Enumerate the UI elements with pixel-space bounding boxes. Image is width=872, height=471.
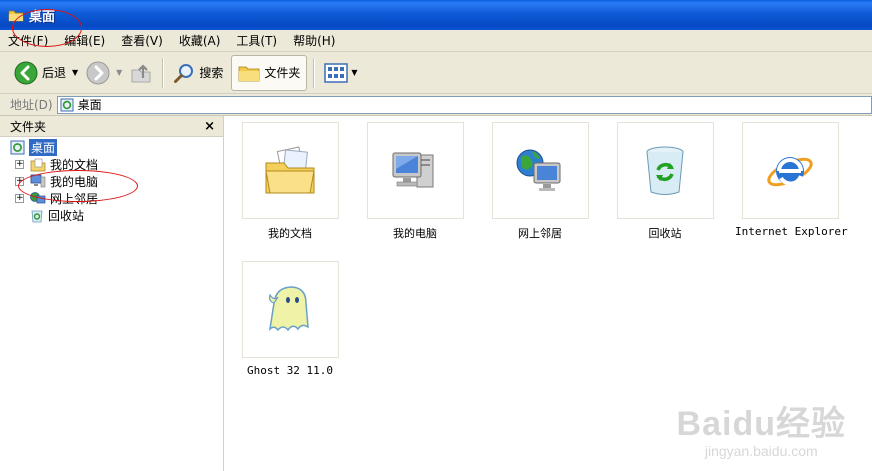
item-frame [241,122,339,219]
address-label: 地址(D) [10,98,53,112]
desktop-icon [10,140,25,155]
content-area: 我的文档 我的电脑 网上邻居 回收站 Internet Explorer Gho… [225,116,872,471]
my-computer-icon [392,152,434,187]
toolbar: 后退 ▼ ▼ 搜索 文件夹 ▼ [0,52,872,94]
up-folder-button[interactable] [126,56,156,90]
annotation-circle [18,170,138,202]
menu-favorites[interactable]: 收藏(A) [179,32,221,49]
up-folder-icon [131,63,151,82]
item-label: Ghost 32 11.0 [246,364,334,377]
desktop-item-my-documents[interactable]: 我的文档 [235,122,345,241]
tree-item-desktop[interactable]: 桌面 [10,139,98,156]
item-frame [241,261,339,358]
network-places-icon [516,149,561,191]
item-label: 网上邻居 [518,227,562,240]
back-label: 后退 [42,66,67,80]
views-dropdown-icon[interactable]: ▼ [351,68,357,77]
search-label: 搜索 [199,66,224,80]
forward-button[interactable]: ▼ [82,56,126,90]
item-frame [491,122,589,219]
tree-item-label: 桌面 [29,139,58,156]
my-documents-icon [265,145,315,193]
desktop-item-internet-explorer[interactable]: Internet Explorer [735,122,848,238]
tree-item-recycle-bin[interactable]: 回收站 [15,207,98,224]
back-arrow-icon [14,61,38,84]
address-bar: 地址(D) 桌面 [0,94,872,116]
search-button[interactable]: 搜索 [169,56,227,90]
desktop-item-network-places[interactable]: 网上邻居 [485,122,595,241]
forward-arrow-icon [86,61,110,84]
item-label: Internet Explorer [735,225,848,238]
folders-label: 文件夹 [264,66,301,80]
internet-explorer-icon [767,156,813,186]
folders-panel-header: 文件夹 × [0,116,223,137]
toolbar-separator [162,57,164,88]
watermark-logo: Baidu经验 [676,405,846,443]
views-button[interactable]: ▼ [320,56,361,90]
menu-tools[interactable]: 工具(T) [236,32,277,49]
desktop-icon [60,98,74,111]
recycle-bin-icon [646,146,684,195]
item-frame [616,122,714,219]
toolbar-separator [313,57,315,88]
folders-icon [238,66,260,81]
desktop-item-ghost[interactable]: Ghost 32 11.0 [235,261,345,377]
item-label: 我的电脑 [393,227,437,240]
desktop-item-recycle-bin[interactable]: 回收站 [610,122,720,241]
folders-panel: 文件夹 × 桌面 + 我的文档 + 我的电脑 + 网上邻居 回收站 [0,116,224,471]
watermark: Baidu经验 jingyan.baidu.com [677,396,846,459]
item-frame [741,122,839,219]
folders-button[interactable]: 文件夹 [231,54,308,91]
my-documents-icon [30,158,46,171]
address-value: 桌面 [77,98,102,112]
menu-bar: 文件(F) 编辑(E) 查看(V) 收藏(A) 工具(T) 帮助(H) [0,30,872,52]
item-label: 回收站 [648,227,682,240]
folders-panel-title: 文件夹 [10,119,47,134]
back-button[interactable]: 后退 ▼ [10,56,82,90]
ghost-icon [268,285,309,331]
title-bar[interactable]: 桌面 [0,0,872,30]
menu-help[interactable]: 帮助(H) [293,32,335,49]
expand-icon[interactable]: + [15,160,24,169]
item-label: 我的文档 [268,227,312,240]
forward-dropdown-icon[interactable]: ▼ [116,68,122,77]
address-input[interactable]: 桌面 [56,95,872,114]
close-icon[interactable]: × [204,119,215,134]
item-frame [366,122,464,219]
menu-view[interactable]: 查看(V) [121,32,163,49]
tree-item-label: 回收站 [48,209,85,223]
search-icon [174,63,194,83]
recycle-bin-icon [31,210,43,223]
annotation-circle [12,9,82,47]
watermark-url: jingyan.baidu.com [704,443,818,459]
views-icon [324,62,349,83]
desktop-item-my-computer[interactable]: 我的电脑 [360,122,470,241]
back-dropdown-icon[interactable]: ▼ [72,68,78,77]
expand-icon[interactable]: + [15,194,24,203]
